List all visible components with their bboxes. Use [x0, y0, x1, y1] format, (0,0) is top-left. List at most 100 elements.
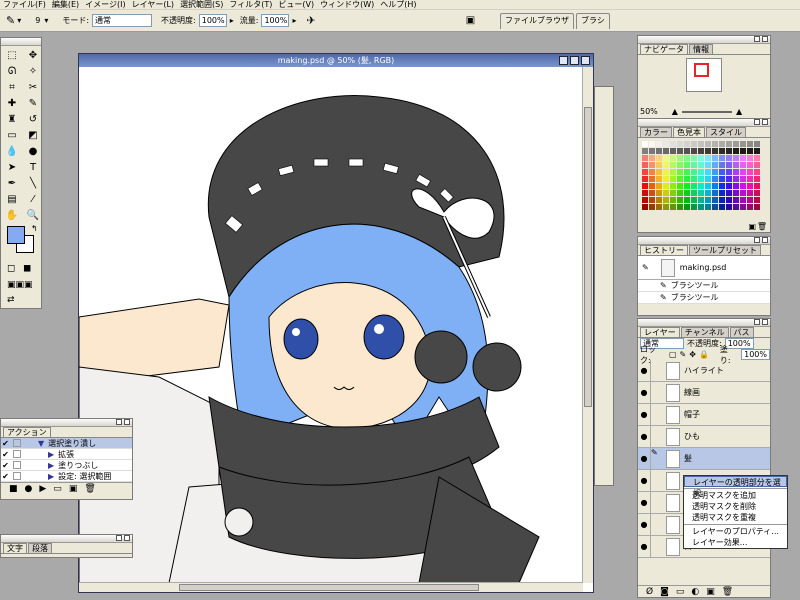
swatch[interactable]: [663, 197, 669, 203]
check-icon[interactable]: ✔: [1, 439, 10, 448]
history-brush-tool-icon[interactable]: ↺: [24, 113, 42, 127]
swatch[interactable]: [670, 183, 676, 189]
swatch[interactable]: [754, 169, 760, 175]
type-tool-icon[interactable]: T: [24, 161, 42, 175]
swatch[interactable]: [677, 204, 683, 210]
visibility-eye-icon[interactable]: ●: [638, 454, 650, 463]
visibility-eye-icon[interactable]: ●: [638, 520, 650, 529]
notes-tool-icon[interactable]: ▤: [3, 193, 21, 207]
tab-actions[interactable]: アクション: [3, 427, 51, 437]
brush-tool-icon[interactable]: ✎: [24, 97, 42, 111]
swatch[interactable]: [684, 162, 690, 168]
swatch[interactable]: [719, 204, 725, 210]
tab-color[interactable]: カラー: [640, 127, 672, 137]
swatch[interactable]: [663, 176, 669, 182]
swatch[interactable]: [677, 169, 683, 175]
swatch[interactable]: [754, 197, 760, 203]
swatch[interactable]: [642, 169, 648, 175]
lasso-tool-icon[interactable]: ᘏ: [3, 65, 21, 79]
swatch[interactable]: [642, 176, 648, 182]
swatch[interactable]: [705, 155, 711, 161]
eraser-tool-icon[interactable]: ▭: [3, 129, 21, 143]
swatch[interactable]: [677, 162, 683, 168]
swatch[interactable]: [754, 155, 760, 161]
swatch[interactable]: [663, 162, 669, 168]
swatch[interactable]: [698, 162, 704, 168]
line-tool-icon[interactable]: ╲: [24, 177, 42, 191]
layer-link-slot[interactable]: [650, 514, 662, 535]
play-icon[interactable]: ▶: [39, 484, 46, 494]
check-icon[interactable]: ✔: [1, 472, 10, 481]
swatch[interactable]: [691, 148, 697, 154]
lock-move-icon[interactable]: ✥: [689, 350, 696, 359]
swatch[interactable]: [656, 204, 662, 210]
menu-item[interactable]: ヘルプ(H): [377, 0, 419, 9]
swatch[interactable]: [670, 190, 676, 196]
swatch[interactable]: [691, 162, 697, 168]
swatch[interactable]: [663, 183, 669, 189]
move-tool-icon[interactable]: ✥: [24, 49, 42, 63]
check-icon[interactable]: ✔: [1, 450, 10, 459]
swatch[interactable]: [747, 148, 753, 154]
lock-transparency-icon[interactable]: ▢: [669, 350, 677, 359]
swatch[interactable]: [719, 169, 725, 175]
menu-item[interactable]: レイヤー(L): [129, 0, 177, 9]
lock-all-icon[interactable]: 🔒: [699, 350, 709, 359]
swatch[interactable]: [754, 176, 760, 182]
swatch[interactable]: [712, 197, 718, 203]
swatch[interactable]: [698, 183, 704, 189]
action-item[interactable]: ✔ ▶ 拡張: [1, 449, 132, 460]
context-menu-item[interactable]: レイヤーのプロパティ...: [684, 526, 787, 537]
swatch[interactable]: [698, 169, 704, 175]
swatch[interactable]: [684, 141, 690, 147]
zoom-slider[interactable]: [681, 110, 732, 113]
zoom-value[interactable]: 50%: [640, 107, 658, 116]
healing-brush-tool-icon[interactable]: ✚: [3, 97, 21, 111]
disclosure-triangle-icon[interactable]: ▶: [48, 461, 54, 470]
swatch[interactable]: [670, 155, 676, 161]
dialog-toggle[interactable]: [13, 461, 21, 469]
minimize-icon[interactable]: [116, 535, 122, 541]
swatch[interactable]: [642, 204, 648, 210]
swatch[interactable]: [705, 148, 711, 154]
swatch[interactable]: [649, 155, 655, 161]
swatch[interactable]: [670, 176, 676, 182]
minimize-icon[interactable]: [559, 56, 568, 65]
swatch[interactable]: [747, 197, 753, 203]
eyedropper-tool-icon[interactable]: ⁄: [24, 193, 42, 207]
swatch[interactable]: [649, 190, 655, 196]
swatch[interactable]: [691, 190, 697, 196]
swatch[interactable]: [733, 141, 739, 147]
swatch[interactable]: [670, 148, 676, 154]
swatch[interactable]: [684, 190, 690, 196]
layer-row[interactable]: ● ひも: [638, 426, 770, 448]
swatch[interactable]: [754, 183, 760, 189]
swatch[interactable]: [677, 176, 683, 182]
swatch[interactable]: [712, 148, 718, 154]
swatch[interactable]: [642, 148, 648, 154]
dialog-toggle[interactable]: [13, 472, 21, 480]
add-mask-icon[interactable]: ◙: [660, 587, 669, 597]
dialog-toggle[interactable]: [13, 450, 21, 458]
disclosure-triangle-icon[interactable]: ▶: [48, 472, 54, 481]
swatch[interactable]: [691, 183, 697, 189]
swatch[interactable]: [719, 141, 725, 147]
swatch[interactable]: [677, 148, 683, 154]
vertical-scrollbar[interactable]: [582, 67, 593, 583]
swatch[interactable]: [740, 197, 746, 203]
layer-style-icon[interactable]: Ø: [646, 587, 653, 597]
tab-history[interactable]: ヒストリー: [640, 245, 688, 255]
swatch[interactable]: [642, 141, 648, 147]
fill-input[interactable]: 100%: [741, 349, 770, 360]
swatch[interactable]: [677, 197, 683, 203]
swatch[interactable]: [733, 197, 739, 203]
swatch[interactable]: [691, 141, 697, 147]
check-icon[interactable]: ✔: [1, 461, 10, 470]
swatch[interactable]: [649, 204, 655, 210]
quick-mask-icon[interactable]: ◼: [23, 263, 31, 274]
swatch[interactable]: [747, 176, 753, 182]
swatch[interactable]: [747, 190, 753, 196]
swatch[interactable]: [698, 141, 704, 147]
swatch[interactable]: [726, 148, 732, 154]
swap-colors-icon[interactable]: ↰: [31, 224, 38, 233]
